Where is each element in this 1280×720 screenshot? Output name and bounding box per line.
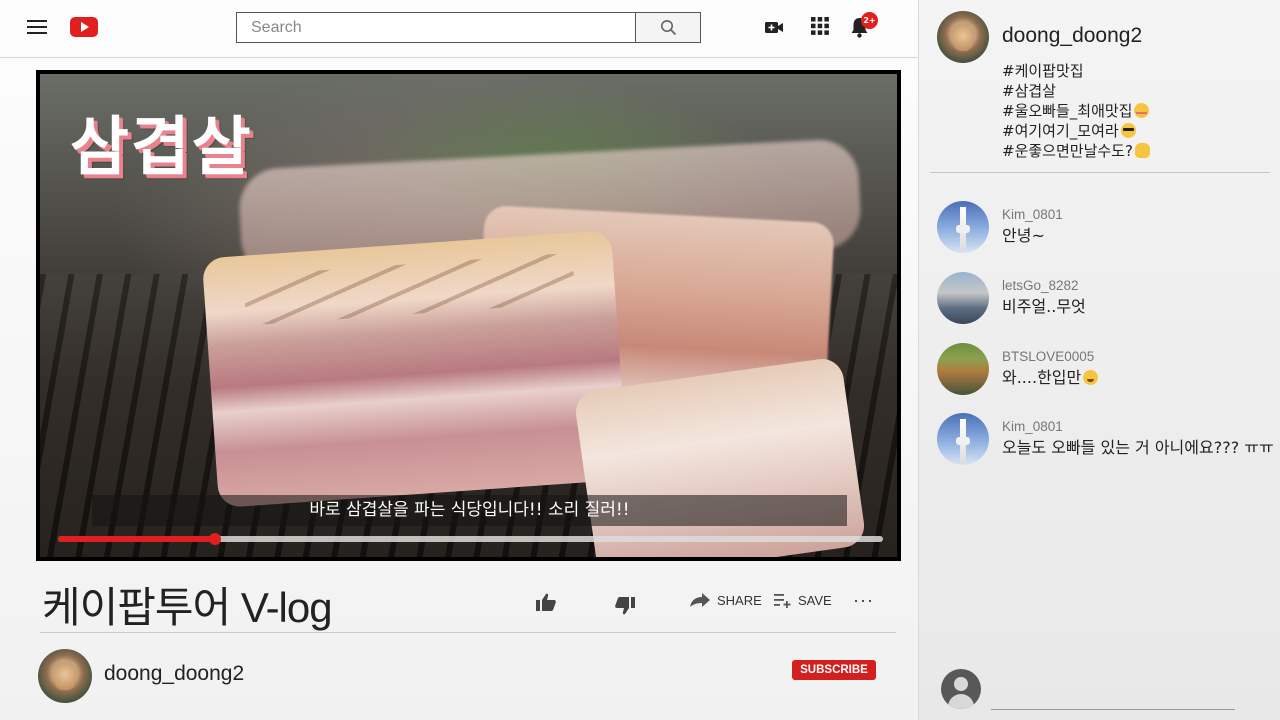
hashtag-text: #삼겹살 bbox=[1002, 82, 1056, 100]
save-button[interactable]: SAVE bbox=[774, 592, 832, 608]
sunglasses-emoji-icon bbox=[1120, 123, 1136, 138]
user-avatar[interactable] bbox=[937, 272, 989, 324]
more-options-button[interactable]: ··· bbox=[853, 590, 874, 611]
chat-text: 와....한입만 bbox=[1002, 367, 1280, 389]
chat-text: 비주얼..무엇 bbox=[1002, 297, 1086, 316]
video-subtitle: 바로 삼겹살을 파는 식당입니다!! 소리 질러!! bbox=[92, 495, 847, 526]
hashtag-text: #울오빠들_최애맛집 bbox=[1002, 102, 1133, 120]
dislike-button[interactable] bbox=[614, 596, 636, 616]
video-frame: 삼겹살 바로 삼겹살을 파는 식당입니다!! 소리 질러!! bbox=[40, 74, 897, 557]
notification-badge: 2+ bbox=[861, 12, 878, 29]
channel-avatar[interactable] bbox=[38, 649, 92, 703]
youtube-logo-icon[interactable] bbox=[70, 17, 98, 37]
chat-text: 오늘도 오빠들 있는 거 아니에요??? ㅠㅠ bbox=[1002, 438, 1274, 457]
thumbs-up-icon bbox=[536, 593, 556, 611]
hashtag[interactable]: #삼겹살 bbox=[1002, 81, 1150, 101]
raised-hands-emoji-icon bbox=[1134, 143, 1150, 158]
viewer-avatar bbox=[941, 669, 981, 709]
chat-username[interactable]: Kim_0801 bbox=[1002, 419, 1063, 434]
video-title: 케이팝투어 V-log bbox=[42, 584, 333, 631]
user-avatar[interactable] bbox=[937, 201, 989, 253]
top-bar: 2+ bbox=[0, 0, 918, 56]
like-button[interactable] bbox=[535, 592, 557, 612]
video-scene-shape bbox=[201, 230, 629, 508]
host-name[interactable]: doong_doong2 bbox=[1002, 24, 1142, 48]
chat-username[interactable]: BTSLOVE0005 bbox=[1002, 349, 1094, 364]
menu-line bbox=[27, 20, 47, 22]
header-divider bbox=[0, 57, 918, 58]
hashtag-list: #케이팝맛집 #삼겹살 #울오빠들_최애맛집 #여기여기_모여라 #운좋으면만날… bbox=[1002, 61, 1150, 161]
progress-bar[interactable] bbox=[58, 533, 883, 545]
video-camera-icon[interactable] bbox=[764, 17, 784, 37]
hashtag[interactable]: #여기여기_모여라 bbox=[1002, 121, 1150, 141]
hashtag[interactable]: #케이팝맛집 bbox=[1002, 61, 1150, 81]
title-divider bbox=[40, 632, 896, 633]
chat-username[interactable]: letsGo_8282 bbox=[1002, 278, 1079, 293]
video-player[interactable]: 삼겹살 바로 삼겹살을 파는 식당입니다!! 소리 질러!! bbox=[36, 70, 901, 561]
smiling-hearts-emoji-icon bbox=[1134, 103, 1150, 118]
video-overlay-title: 삼겹살 bbox=[70, 111, 253, 185]
menu-line bbox=[27, 32, 47, 34]
share-button[interactable]: SHARE bbox=[689, 592, 762, 608]
more-options-icon: ··· bbox=[853, 590, 874, 610]
save-label: SAVE bbox=[798, 592, 832, 608]
main-area: 2+ 삼겹살 바로 삼겹살을 파는 식당입니다!! 소리 질러!! 케이팝투어 … bbox=[0, 0, 918, 720]
hashtag[interactable]: #울오빠들_최애맛집 bbox=[1002, 101, 1150, 121]
subscribe-button[interactable]: SUBSCRIBE bbox=[792, 660, 876, 680]
live-chat-sidebar: doong_doong2 #케이팝맛집 #삼겹살 #울오빠들_최애맛집 #여기여… bbox=[918, 0, 1280, 720]
progress-fill bbox=[58, 536, 215, 542]
search-icon bbox=[661, 20, 677, 36]
thumbs-down-icon bbox=[615, 597, 635, 615]
share-arrow-icon bbox=[690, 593, 710, 607]
menu-line bbox=[27, 26, 47, 28]
hashtag-text: #여기여기_모여라 bbox=[1002, 122, 1119, 140]
user-avatar[interactable] bbox=[937, 343, 989, 395]
host-avatar[interactable] bbox=[937, 11, 989, 63]
menu-button[interactable] bbox=[27, 20, 47, 35]
search-button[interactable] bbox=[635, 12, 701, 43]
hashtag[interactable]: #운좋으면만날수도? bbox=[1002, 141, 1150, 161]
channel-name[interactable]: doong_doong2 bbox=[104, 662, 244, 686]
share-label: SHARE bbox=[717, 592, 762, 608]
playlist-add-icon bbox=[774, 594, 791, 608]
chat-text: 안녕~ bbox=[1002, 226, 1045, 245]
hashtag-text: #운좋으면만날수도? bbox=[1002, 142, 1133, 160]
weary-emoji-icon bbox=[1083, 370, 1099, 385]
progress-handle[interactable] bbox=[208, 533, 221, 545]
user-avatar[interactable] bbox=[937, 413, 989, 465]
search-input[interactable] bbox=[236, 12, 636, 43]
chat-text-content: 와....한입만 bbox=[1002, 368, 1082, 387]
chat-username[interactable]: Kim_0801 bbox=[1002, 207, 1063, 222]
hashtag-text: #케이팝맛집 bbox=[1002, 62, 1084, 80]
sidebar-divider bbox=[930, 172, 1270, 173]
apps-grid-icon[interactable] bbox=[811, 17, 829, 35]
chat-input[interactable] bbox=[991, 684, 1235, 710]
